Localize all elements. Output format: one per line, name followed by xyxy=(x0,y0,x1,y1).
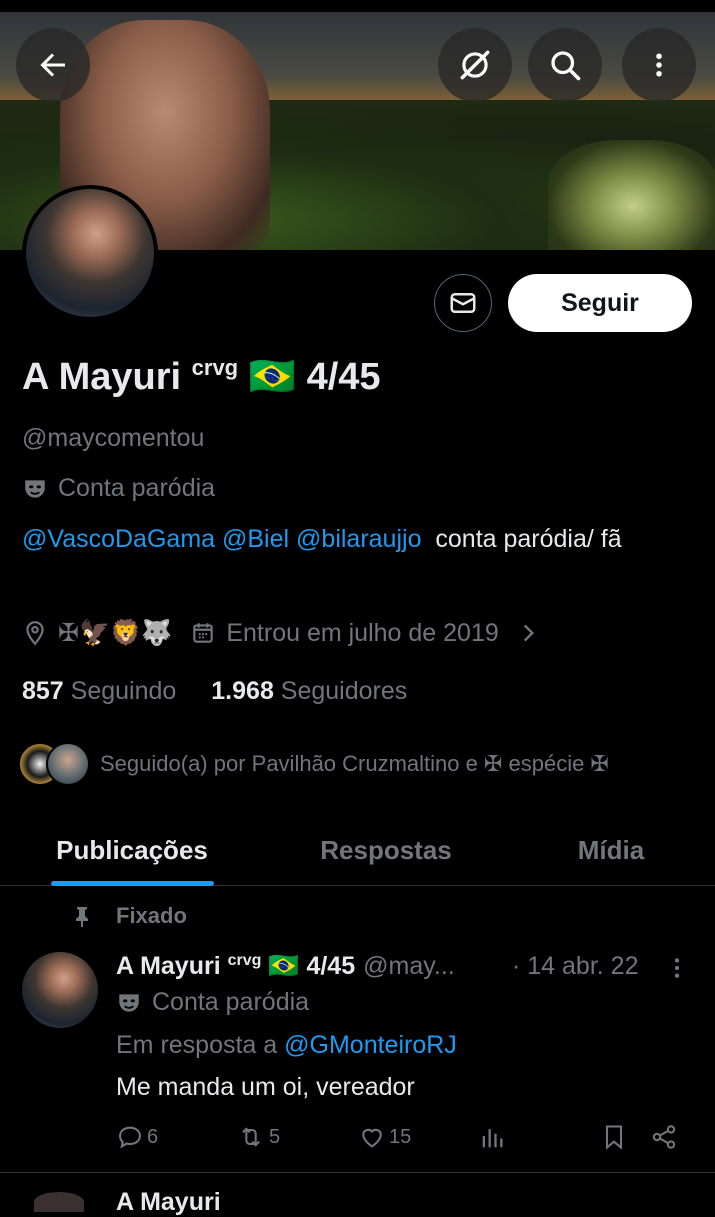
parody-label: Conta paródia xyxy=(22,474,215,503)
reply-button[interactable]: 6 xyxy=(116,1123,158,1151)
banner-plant xyxy=(548,140,715,250)
more-vertical-icon xyxy=(674,958,680,978)
views-button[interactable] xyxy=(478,1123,506,1151)
profile-name: A Mayuri crvg 🇧🇷 4/45 xyxy=(22,355,381,399)
post-text: Me manda um oi, vereador xyxy=(116,1073,415,1101)
grok-icon xyxy=(460,50,490,80)
location-pin-icon xyxy=(26,621,44,646)
post-author[interactable]: A Mayuri crvg 🇧🇷 4/45 xyxy=(116,952,355,981)
avatar-image xyxy=(26,189,154,317)
post-author-superscript: crvg xyxy=(227,952,262,969)
pin-icon xyxy=(76,907,88,927)
repost-button[interactable]: 5 xyxy=(236,1123,280,1151)
post-parody-label: Conta paródia xyxy=(116,988,309,1017)
share-button[interactable] xyxy=(650,1123,678,1151)
location-text: ✠🦅🦁🐺 xyxy=(58,619,173,647)
reply-icon xyxy=(119,1126,141,1149)
follower-avatar-2 xyxy=(46,742,90,786)
like-button[interactable]: 15 xyxy=(358,1123,411,1151)
active-tab-indicator xyxy=(51,881,214,886)
followers-count: 1.968 xyxy=(211,677,274,705)
followers-label: Seguidores xyxy=(280,677,408,705)
followers-link[interactable]: 1.968 Seguidores xyxy=(211,677,407,705)
followed-by-text: Seguido(a) por Pavilhão Cruzmaltino e ✠ … xyxy=(100,751,609,776)
follow-counts: 857 Seguindo 1.968 Seguidores xyxy=(22,677,407,706)
post-avatar[interactable] xyxy=(22,952,98,1028)
tab-midia[interactable]: Mídia xyxy=(545,815,677,885)
search-button[interactable] xyxy=(528,28,602,102)
views-chart-icon xyxy=(482,1128,503,1148)
post-date[interactable]: · 14 abr. 22 xyxy=(512,952,638,981)
name-suffix: 4/45 xyxy=(306,356,381,398)
mask-icon xyxy=(119,993,139,1012)
bookmark-button[interactable] xyxy=(600,1123,628,1151)
name-superscript: crvg xyxy=(191,355,239,380)
profile-meta: ✠🦅🦁🐺 Entrou em julho de 2019 xyxy=(22,618,541,648)
following-count: 857 xyxy=(22,677,64,705)
post-handle[interactable]: @may... xyxy=(363,952,455,981)
bio-link-bilaraujjo[interactable]: @bilaraujjo xyxy=(296,525,421,553)
bookmark-icon xyxy=(605,1125,623,1150)
post-header: A Mayuri crvg 🇧🇷 4/45 @may... xyxy=(116,952,455,981)
bio-text: conta paródia/ fã xyxy=(435,525,622,553)
back-button[interactable] xyxy=(16,28,90,102)
post-parody-text: Conta paródia xyxy=(152,988,310,1016)
chevron-right-icon[interactable] xyxy=(515,620,541,646)
grok-button[interactable] xyxy=(438,28,512,102)
pinned-label: Fixado xyxy=(116,903,187,928)
repost-icon xyxy=(242,1127,260,1147)
name-text: A Mayuri xyxy=(22,356,182,398)
next-post-avatar[interactable] xyxy=(34,1192,84,1212)
brazil-flag-icon: 🇧🇷 xyxy=(248,356,297,398)
followed-by[interactable]: Seguido(a) por Pavilhão Cruzmaltino e ✠ … xyxy=(18,742,609,786)
parody-text: Conta paródia xyxy=(58,474,216,502)
post-more-button[interactable] xyxy=(664,955,690,986)
more-button[interactable] xyxy=(622,28,696,102)
search-icon xyxy=(551,51,581,81)
status-bar xyxy=(0,0,715,12)
following-label: Seguindo xyxy=(70,677,177,705)
profile-bio: @VascoDaGama @Biel @bilaraujjo conta par… xyxy=(22,521,692,558)
reply-count: 6 xyxy=(147,1125,159,1148)
post-author-name: A Mayuri xyxy=(116,952,221,980)
profile-tabs: Publicações Respostas Mídia xyxy=(0,815,715,886)
bio-link-vasco[interactable]: @VascoDaGama xyxy=(22,525,215,553)
more-vertical-icon xyxy=(656,53,662,77)
post-author-suffix: 4/45 xyxy=(306,952,356,980)
profile-handle: @maycomentou xyxy=(22,424,205,452)
post-actions: 6 5 15 xyxy=(116,1123,686,1155)
envelope-icon xyxy=(450,293,476,313)
message-button[interactable] xyxy=(434,274,492,332)
mask-icon xyxy=(25,479,45,498)
pinned-indicator: Fixado xyxy=(70,903,187,929)
tab-respostas[interactable]: Respostas xyxy=(286,815,486,885)
follow-button[interactable]: Seguir xyxy=(508,274,692,332)
reply-to-link[interactable]: @GMonteiroRJ xyxy=(284,1031,457,1059)
calendar-icon xyxy=(193,623,214,643)
heart-icon xyxy=(362,1128,382,1148)
joined-date: Entrou em julho de 2019 xyxy=(226,618,499,647)
post-divider xyxy=(0,1172,715,1173)
tab-publicacoes[interactable]: Publicações xyxy=(30,815,234,885)
share-icon xyxy=(652,1125,676,1149)
following-link[interactable]: 857 Seguindo xyxy=(22,677,176,705)
brazil-flag-icon: 🇧🇷 xyxy=(268,952,300,980)
reply-context: Em resposta a @GMonteiroRJ xyxy=(116,1031,457,1060)
repost-count: 5 xyxy=(269,1125,281,1148)
like-count: 15 xyxy=(389,1125,412,1148)
arrow-left-icon xyxy=(40,53,65,77)
profile-avatar[interactable] xyxy=(22,185,158,321)
bio-link-biel[interactable]: @Biel xyxy=(222,525,289,553)
reply-prefix: Em resposta a xyxy=(116,1031,278,1059)
next-post-author: A Mayuri xyxy=(116,1188,221,1216)
